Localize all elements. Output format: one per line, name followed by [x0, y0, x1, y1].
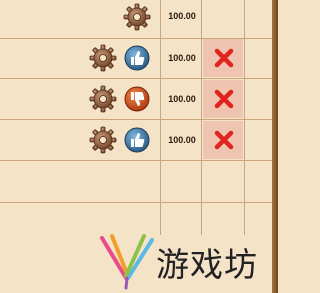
scroll-rail[interactable] [272, 0, 278, 293]
thumbs-down-icon[interactable] [124, 86, 150, 112]
gear-icon[interactable] [89, 126, 117, 154]
delete-x-icon[interactable] [212, 128, 236, 152]
delete-cell [203, 80, 243, 118]
row-divider [0, 78, 272, 79]
row-value: 100.00 [168, 53, 196, 63]
gear-icon[interactable] [89, 44, 117, 72]
delete-x-icon[interactable] [212, 87, 236, 111]
watermark-logo-icon [100, 234, 154, 290]
column-divider [160, 0, 161, 235]
column-divider [201, 0, 202, 235]
row-divider [0, 160, 272, 161]
row-divider [0, 119, 272, 120]
thumbs-up-icon[interactable] [124, 127, 150, 153]
delete-cell [203, 121, 243, 159]
gear-icon[interactable] [89, 85, 117, 113]
thumbs-up-icon[interactable] [124, 45, 150, 71]
watermark-text: 游戏坊 [156, 245, 258, 284]
gear-icon[interactable] [123, 3, 151, 31]
row-value: 100.00 [168, 94, 196, 104]
column-divider [244, 0, 245, 235]
row-value: 100.00 [168, 135, 196, 145]
delete-cell [203, 39, 243, 77]
order-table: 100.00 100.00 100.00 100.00 游戏坊 [0, 0, 278, 293]
row-value: 100.00 [168, 11, 196, 21]
row-divider [0, 202, 272, 203]
delete-x-icon[interactable] [212, 46, 236, 70]
watermark: 游戏坊 [96, 232, 272, 290]
